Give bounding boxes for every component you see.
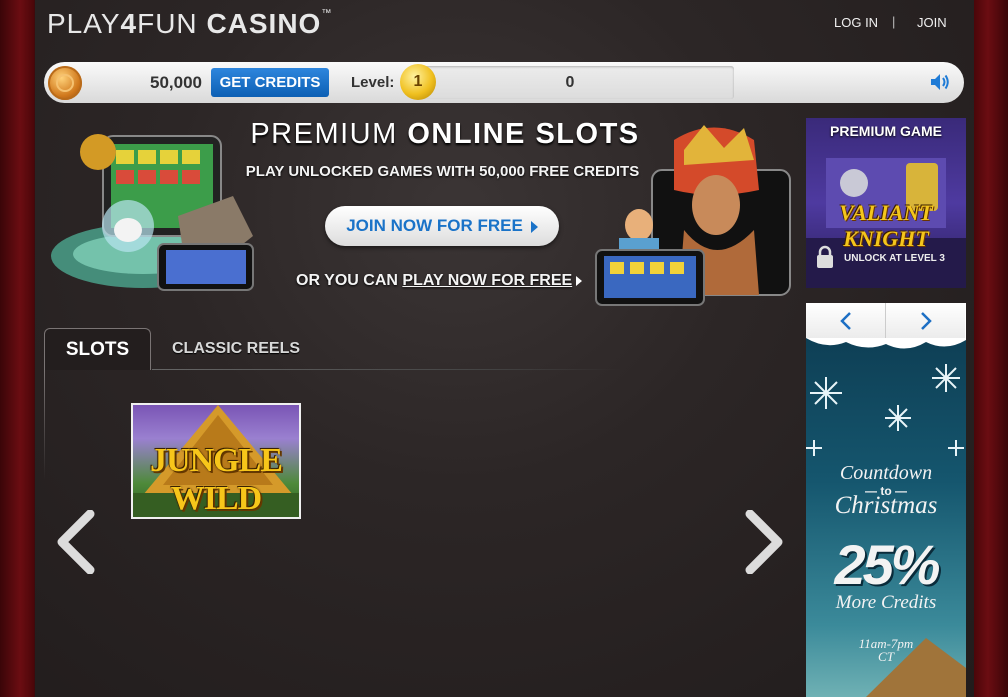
play-now-free-link[interactable]: PLAY NOW FOR FREE: [402, 272, 572, 289]
tab-divider: [152, 369, 622, 370]
join-link[interactable]: JOIN: [917, 15, 947, 30]
login-link[interactable]: LOG IN: [834, 15, 878, 30]
promo-christmas-text: Christmas: [834, 492, 938, 519]
promo-more-credits-text: More Credits: [835, 592, 937, 613]
play-triangle-icon: [576, 275, 583, 286]
slot-devices-illustration: [51, 134, 254, 291]
chevron-right-icon: [921, 312, 932, 330]
promo-percent-text: 25%: [834, 533, 940, 596]
unlock-level-text: UNLOCK AT LEVEL 3: [844, 253, 945, 264]
chevron-left-icon: [840, 312, 851, 330]
premium-game-title: PREMIUM GAME: [830, 123, 942, 139]
promo-timezone: CT: [878, 649, 894, 664]
header-separator: |: [892, 14, 896, 29]
speaker-icon[interactable]: [928, 70, 952, 94]
join-now-free-button[interactable]: JOIN NOW FOR FREE: [325, 206, 559, 246]
lock-icon: [817, 245, 833, 268]
tab-slots[interactable]: SLOTS: [44, 328, 151, 370]
play-triangle-icon: [530, 220, 538, 233]
tab-classic-reels[interactable]: CLASSIC REELS: [172, 340, 300, 358]
hero-title: PREMIUM ONLINE SLOTS: [250, 118, 640, 150]
level-badge: 1: [400, 64, 436, 100]
panel-border: [44, 370, 45, 480]
promo-countdown-text: Countdown: [839, 462, 933, 484]
promo-next-button[interactable]: [886, 303, 965, 338]
valiant-knight-logo: VALIANT KNIGHT: [839, 200, 933, 251]
or-you-can-text: OR YOU CAN: [296, 272, 403, 289]
play4fun-casino-logo[interactable]: PLAY4FUN CASINO™: [47, 8, 332, 40]
carousel-prev-arrow-icon[interactable]: [52, 510, 96, 574]
get-credits-button[interactable]: GET CREDITS: [211, 68, 329, 97]
coin-icon-ring: [56, 74, 74, 92]
credits-balance: 50,000: [150, 73, 202, 92]
join-now-free-label: JOIN NOW FOR FREE: [346, 216, 523, 235]
hero-subtitle: PLAY UNLOCKED GAMES WITH 50,000 FREE CRE…: [245, 163, 640, 180]
play-now-row: OR YOU CAN PLAY NOW FOR FREE: [296, 272, 583, 290]
xp-value: 0: [565, 74, 575, 91]
game-title-jungle-wild: JUNGLE WILD: [150, 442, 283, 517]
promo-prev-button[interactable]: [806, 303, 885, 338]
promo-time-text: 11am-7pm CT: [806, 637, 966, 663]
level-label: Level:: [351, 74, 395, 91]
carousel-next-arrow-icon[interactable]: [744, 510, 788, 574]
